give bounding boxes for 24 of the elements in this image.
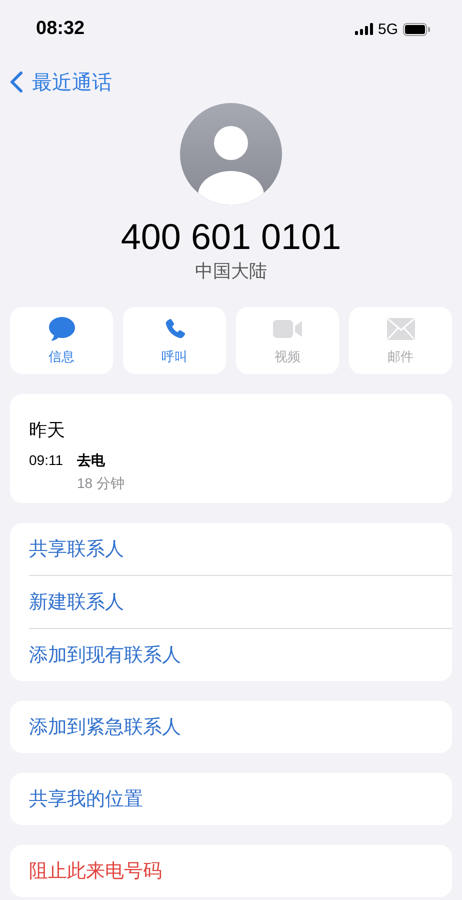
call-type: 去电: [77, 452, 106, 470]
action-button[interactable]: 信息: [10, 307, 113, 374]
envelope-icon: [386, 318, 414, 340]
phone-number: 400 601 0101: [120, 217, 342, 257]
action-button[interactable]: 呼叫: [123, 307, 226, 374]
menu-item[interactable]: 添加到现有联系人: [29, 628, 452, 681]
menu-item[interactable]: 共享我的位置: [29, 773, 452, 825]
signal-icon: [354, 23, 373, 35]
region-label: 中国大陆: [194, 260, 268, 283]
menu-item[interactable]: 阻止此来电号码: [29, 845, 452, 897]
day-label: 昨天: [29, 419, 66, 442]
back-link[interactable]: 最近通话: [10, 68, 112, 96]
video-camera-icon: [272, 318, 302, 338]
status-time: 08:32: [36, 18, 85, 40]
avatar-icon: [180, 103, 282, 205]
call-time: 09:11: [29, 452, 63, 470]
menu-item[interactable]: 共享联系人: [29, 523, 452, 575]
network-label: 5G: [378, 20, 398, 38]
back-chevron-icon: [10, 71, 23, 93]
menu-item[interactable]: 添加到紧急联系人: [29, 701, 452, 753]
call-duration: 18 分钟: [77, 475, 124, 493]
battery-icon: [403, 22, 430, 36]
speech-bubble-icon: [48, 316, 76, 342]
menu-item[interactable]: 新建联系人: [29, 575, 452, 628]
